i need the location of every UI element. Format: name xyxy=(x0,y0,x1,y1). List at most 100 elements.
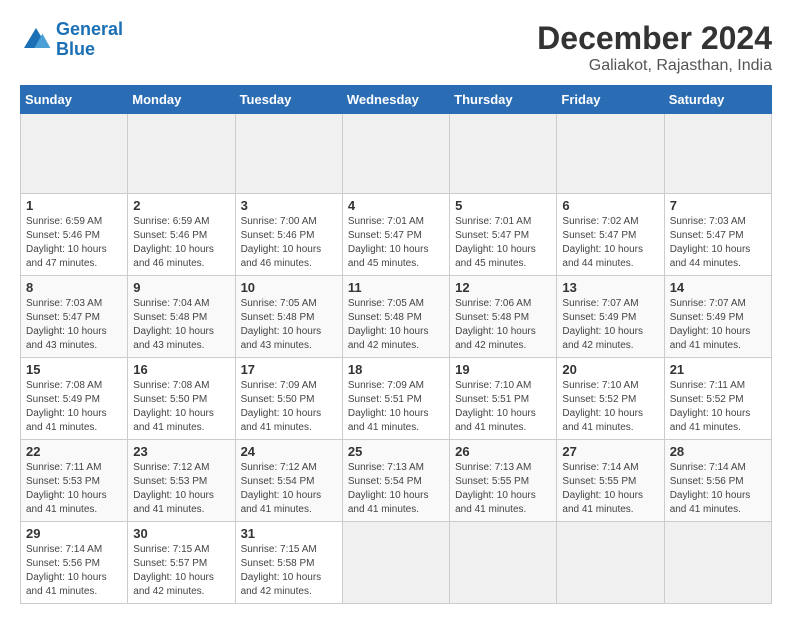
day-info: Sunrise: 7:01 AM Sunset: 5:47 PM Dayligh… xyxy=(455,215,551,271)
day-info: Sunrise: 7:05 AM Sunset: 5:48 PM Dayligh… xyxy=(241,297,337,353)
calendar-cell: 9 Sunrise: 7:04 AM Sunset: 5:48 PM Daylig… xyxy=(128,276,235,358)
calendar-cell: 2Sunrise: 6:59 AM Sunset: 5:46 PM Daylig… xyxy=(128,194,235,276)
calendar-cell: 15 Sunrise: 7:08 AM Sunset: 5:49 PM Dayli… xyxy=(21,358,128,440)
day-number: 7 xyxy=(670,198,766,213)
calendar-cell: 6 Sunrise: 7:02 AM Sunset: 5:47 PM Daylig… xyxy=(557,194,664,276)
calendar-cell: 8 Sunrise: 7:03 AM Sunset: 5:47 PM Daylig… xyxy=(21,276,128,358)
weekday-header-wednesday: Wednesday xyxy=(342,86,449,114)
calendar-cell xyxy=(128,114,235,194)
day-number: 13 xyxy=(562,280,658,295)
day-info: Sunrise: 7:14 AM Sunset: 5:56 PM Dayligh… xyxy=(26,543,122,599)
day-number: 25 xyxy=(348,444,444,459)
day-number: 26 xyxy=(455,444,551,459)
day-info: Sunrise: 7:15 AM Sunset: 5:58 PM Dayligh… xyxy=(241,543,337,599)
calendar-week-row xyxy=(21,114,772,194)
day-number: 16 xyxy=(133,362,229,377)
day-number: 24 xyxy=(241,444,337,459)
day-info: Sunrise: 7:11 AM Sunset: 5:52 PM Dayligh… xyxy=(670,379,766,435)
calendar-week-row: 1 Sunrise: 6:59 AM Sunset: 5:46 PM Daylig… xyxy=(21,194,772,276)
calendar-cell xyxy=(664,114,771,194)
day-info: Sunrise: 7:05 AM Sunset: 5:48 PM Dayligh… xyxy=(348,297,444,353)
calendar-cell: 22Sunrise: 7:11 AM Sunset: 5:53 PM Dayli… xyxy=(21,440,128,522)
day-number: 23 xyxy=(133,444,229,459)
weekday-header-monday: Monday xyxy=(128,86,235,114)
day-number: 18 xyxy=(348,362,444,377)
day-info: Sunrise: 7:13 AM Sunset: 5:54 PM Dayligh… xyxy=(348,461,444,517)
calendar-cell xyxy=(235,114,342,194)
calendar-cell xyxy=(557,522,664,604)
day-number: 15 xyxy=(26,362,122,377)
calendar-week-row: 8 Sunrise: 7:03 AM Sunset: 5:47 PM Daylig… xyxy=(21,276,772,358)
calendar-cell: 23 Sunrise: 7:12 AM Sunset: 5:53 PM Dayli… xyxy=(128,440,235,522)
day-info: Sunrise: 7:07 AM Sunset: 5:49 PM Dayligh… xyxy=(670,297,766,353)
calendar-cell xyxy=(342,522,449,604)
title-block: December 2024 Galiakot, Rajasthan, India xyxy=(537,20,772,75)
day-info: Sunrise: 7:08 AM Sunset: 5:50 PM Dayligh… xyxy=(133,379,229,435)
day-number: 12 xyxy=(455,280,551,295)
day-number: 20 xyxy=(562,362,658,377)
day-info: Sunrise: 7:14 AM Sunset: 5:55 PM Dayligh… xyxy=(562,461,658,517)
calendar-cell: 3 Sunrise: 7:00 AM Sunset: 5:46 PM Daylig… xyxy=(235,194,342,276)
calendar-cell: 10Sunrise: 7:05 AM Sunset: 5:48 PM Dayli… xyxy=(235,276,342,358)
day-info: Sunrise: 7:02 AM Sunset: 5:47 PM Dayligh… xyxy=(562,215,658,271)
weekday-header-sunday: Sunday xyxy=(21,86,128,114)
day-number: 19 xyxy=(455,362,551,377)
day-info: Sunrise: 7:12 AM Sunset: 5:54 PM Dayligh… xyxy=(241,461,337,517)
calendar-cell: 21Sunrise: 7:11 AM Sunset: 5:52 PM Dayli… xyxy=(664,358,771,440)
calendar-cell xyxy=(342,114,449,194)
day-number: 8 xyxy=(26,280,122,295)
day-info: Sunrise: 6:59 AM Sunset: 5:46 PM Dayligh… xyxy=(133,215,229,271)
calendar-cell: 11Sunrise: 7:05 AM Sunset: 5:48 PM Dayli… xyxy=(342,276,449,358)
day-info: Sunrise: 7:09 AM Sunset: 5:51 PM Dayligh… xyxy=(348,379,444,435)
calendar-cell: 30 Sunrise: 7:15 AM Sunset: 5:57 PM Dayli… xyxy=(128,522,235,604)
day-info: Sunrise: 7:11 AM Sunset: 5:53 PM Dayligh… xyxy=(26,461,122,517)
calendar-cell: 19Sunrise: 7:10 AM Sunset: 5:51 PM Dayli… xyxy=(450,358,557,440)
calendar-week-row: 15 Sunrise: 7:08 AM Sunset: 5:49 PM Dayli… xyxy=(21,358,772,440)
weekday-header-friday: Friday xyxy=(557,86,664,114)
day-info: Sunrise: 7:00 AM Sunset: 5:46 PM Dayligh… xyxy=(241,215,337,271)
calendar-table: SundayMondayTuesdayWednesdayThursdayFrid… xyxy=(20,85,772,604)
day-number: 5 xyxy=(455,198,551,213)
day-info: Sunrise: 7:15 AM Sunset: 5:57 PM Dayligh… xyxy=(133,543,229,599)
calendar-cell: 16 Sunrise: 7:08 AM Sunset: 5:50 PM Dayli… xyxy=(128,358,235,440)
calendar-cell: 31 Sunrise: 7:15 AM Sunset: 5:58 PM Dayli… xyxy=(235,522,342,604)
day-number: 1 xyxy=(26,198,122,213)
location-subtitle: Galiakot, Rajasthan, India xyxy=(537,57,772,75)
calendar-cell: 18 Sunrise: 7:09 AM Sunset: 5:51 PM Dayli… xyxy=(342,358,449,440)
page-header: General Blue December 2024 Galiakot, Raj… xyxy=(20,20,772,75)
calendar-week-row: 22Sunrise: 7:11 AM Sunset: 5:53 PM Dayli… xyxy=(21,440,772,522)
day-info: Sunrise: 7:09 AM Sunset: 5:50 PM Dayligh… xyxy=(241,379,337,435)
calendar-cell: 29 Sunrise: 7:14 AM Sunset: 5:56 PM Dayli… xyxy=(21,522,128,604)
logo-text: General Blue xyxy=(56,20,123,60)
calendar-cell xyxy=(21,114,128,194)
day-info: Sunrise: 7:08 AM Sunset: 5:49 PM Dayligh… xyxy=(26,379,122,435)
logo-icon xyxy=(20,24,52,56)
day-info: Sunrise: 7:14 AM Sunset: 5:56 PM Dayligh… xyxy=(670,461,766,517)
day-number: 29 xyxy=(26,526,122,541)
day-info: Sunrise: 7:13 AM Sunset: 5:55 PM Dayligh… xyxy=(455,461,551,517)
day-info: Sunrise: 7:01 AM Sunset: 5:47 PM Dayligh… xyxy=(348,215,444,271)
weekday-header-tuesday: Tuesday xyxy=(235,86,342,114)
weekday-header-thursday: Thursday xyxy=(450,86,557,114)
day-number: 6 xyxy=(562,198,658,213)
day-number: 17 xyxy=(241,362,337,377)
day-info: Sunrise: 7:10 AM Sunset: 5:52 PM Dayligh… xyxy=(562,379,658,435)
day-number: 28 xyxy=(670,444,766,459)
day-number: 31 xyxy=(241,526,337,541)
day-number: 9 xyxy=(133,280,229,295)
day-info: Sunrise: 7:03 AM Sunset: 5:47 PM Dayligh… xyxy=(26,297,122,353)
weekday-header-saturday: Saturday xyxy=(664,86,771,114)
calendar-cell: 25 Sunrise: 7:13 AM Sunset: 5:54 PM Dayli… xyxy=(342,440,449,522)
month-title: December 2024 xyxy=(537,20,772,57)
calendar-cell: 14Sunrise: 7:07 AM Sunset: 5:49 PM Dayli… xyxy=(664,276,771,358)
day-info: Sunrise: 7:04 AM Sunset: 5:48 PM Dayligh… xyxy=(133,297,229,353)
calendar-cell xyxy=(664,522,771,604)
logo: General Blue xyxy=(20,20,123,60)
calendar-cell xyxy=(450,114,557,194)
calendar-cell: 12Sunrise: 7:06 AM Sunset: 5:48 PM Dayli… xyxy=(450,276,557,358)
calendar-cell: 20 Sunrise: 7:10 AM Sunset: 5:52 PM Dayli… xyxy=(557,358,664,440)
calendar-cell: 7Sunrise: 7:03 AM Sunset: 5:47 PM Daylig… xyxy=(664,194,771,276)
day-number: 30 xyxy=(133,526,229,541)
day-info: Sunrise: 7:12 AM Sunset: 5:53 PM Dayligh… xyxy=(133,461,229,517)
day-number: 3 xyxy=(241,198,337,213)
